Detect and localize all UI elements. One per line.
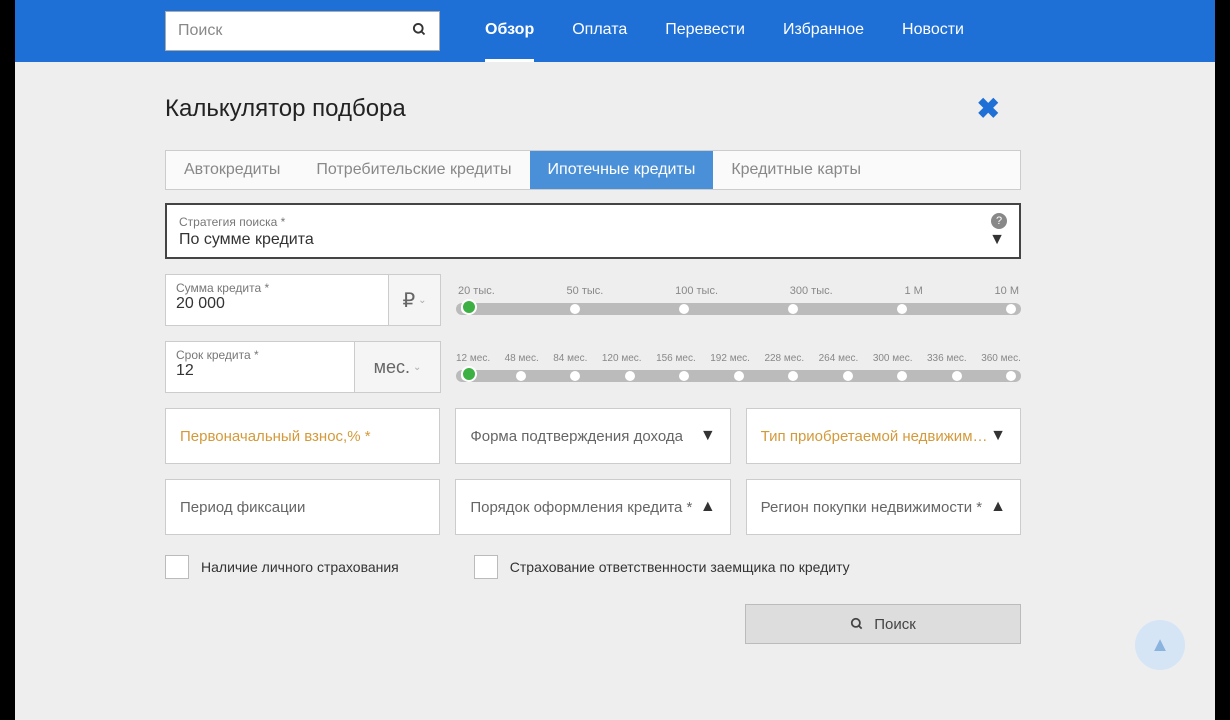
tick-label: 100 тыс. [675,285,718,297]
slider-tick [1006,371,1016,381]
currency-select[interactable]: ₽ ⌄ [389,274,441,326]
strategy-label: Стратегия поиска * [179,215,285,229]
tab-auto[interactable]: Автокредиты [166,151,298,189]
slider-track[interactable] [456,370,1021,382]
amount-input[interactable] [176,295,378,313]
slider-tick [516,371,526,381]
chevron-down-icon: ▼ [989,231,1005,249]
nav: Обзор Оплата Перевести Избранное Новости [485,1,964,62]
tick-label: 12 мес. [456,353,490,364]
tick-label: 84 мес. [553,353,587,364]
strategy-value: По сумме кредита [179,231,1007,249]
tick-label: 300 тыс. [790,285,833,297]
tick-label: 360 мес. [981,353,1021,364]
nav-news[interactable]: Новости [902,1,964,62]
liability-label: Страхование ответственности заемщика по … [510,559,850,575]
insurance-label: Наличие личного страхования [201,559,399,575]
nav-favorites[interactable]: Избранное [783,1,864,62]
tick-label: 10 М [995,285,1019,297]
arrow-up-icon: ▲ [1150,634,1170,657]
search-icon[interactable] [412,22,427,41]
nav-payment[interactable]: Оплата [572,1,627,62]
chevron-up-icon: ▲ [700,498,716,516]
property-type-label: Тип приобретаемой недвижим… [761,428,1006,445]
slider-track[interactable] [456,303,1021,315]
ruble-icon: ₽ [402,288,415,313]
liability-checkbox[interactable] [474,555,498,579]
chevron-down-icon: ▼ [990,427,1006,445]
tab-mortgage[interactable]: Ипотечные кредиты [530,151,714,189]
page-title: Калькулятор подбора [165,95,406,123]
slider-tick [570,371,580,381]
slider-tick [897,371,907,381]
help-icon[interactable]: ? [991,213,1007,229]
chevron-down-icon: ▼ [700,427,716,445]
credit-order-label: Порядок оформления кредита * [470,499,715,516]
slider-tick [1006,304,1016,314]
term-slider[interactable]: 12 мес. 48 мес. 84 мес. 120 мес. 156 мес… [456,353,1021,382]
amount-input-box[interactable]: Сумма кредита * [165,274,389,326]
slider-tick [679,371,689,381]
chevron-down-icon: ⌄ [418,295,426,306]
slider-handle[interactable] [461,366,477,382]
search-input[interactable] [178,22,412,40]
liability-checkbox-row: Страхование ответственности заемщика по … [474,555,850,579]
product-tabs: Автокредиты Потребительские кредиты Ипот… [165,150,1021,190]
tick-label: 300 мес. [873,353,913,364]
slider-tick [952,371,962,381]
down-payment-label: Первоначальный взнос,% * [180,428,425,445]
tick-label: 48 мес. [505,353,539,364]
down-payment-input[interactable]: Первоначальный взнос,% * [165,408,440,464]
header: Обзор Оплата Перевести Избранное Новости [15,0,1215,62]
term-unit: мес. [374,357,410,378]
term-unit-select[interactable]: мес. ⌄ [355,341,441,393]
income-proof-label: Форма подтверждения дохода [470,428,715,445]
tab-consumer[interactable]: Потребительские кредиты [298,151,529,189]
credit-order-select[interactable]: Порядок оформления кредита * ▲ [455,479,730,535]
search-box[interactable] [165,11,440,51]
purchase-region-label: Регион покупки недвижимости * [761,499,1006,516]
slider-tick [570,304,580,314]
property-type-select[interactable]: Тип приобретаемой недвижим… ▼ [746,408,1021,464]
tick-label: 228 мес. [764,353,804,364]
slider-tick [625,371,635,381]
nav-overview[interactable]: Обзор [485,1,534,62]
insurance-checkbox[interactable] [165,555,189,579]
slider-tick [788,304,798,314]
tick-label: 20 тыс. [458,285,495,297]
chevron-up-icon: ▲ [990,498,1006,516]
tab-cards[interactable]: Кредитные карты [713,151,879,189]
chevron-down-icon: ⌄ [413,362,421,373]
close-button[interactable]: ✖ [977,92,1000,125]
slider-tick [679,304,689,314]
scroll-to-top-button[interactable]: ▲ [1135,620,1185,670]
search-button[interactable]: Поиск [745,604,1021,644]
amount-label: Сумма кредита * [176,281,378,295]
slider-tick [897,304,907,314]
tick-label: 192 мес. [710,353,750,364]
slider-handle[interactable] [461,299,477,315]
tick-label: 50 тыс. [567,285,604,297]
tick-label: 264 мес. [819,353,859,364]
tick-label: 156 мес. [656,353,696,364]
fixation-input[interactable]: Период фиксации [165,479,440,535]
nav-transfer[interactable]: Перевести [665,1,745,62]
slider-tick [734,371,744,381]
amount-slider[interactable]: 20 тыс. 50 тыс. 100 тыс. 300 тыс. 1 М 10… [456,285,1021,315]
search-icon [850,617,864,631]
slider-tick [843,371,853,381]
fixation-label: Период фиксации [180,499,425,516]
term-input-box[interactable]: Срок кредита * [165,341,355,393]
term-input[interactable] [176,362,344,380]
purchase-region-select[interactable]: Регион покупки недвижимости * ▲ [746,479,1021,535]
tick-label: 1 М [904,285,922,297]
tick-label: 336 мес. [927,353,967,364]
tick-label: 120 мес. [602,353,642,364]
search-button-label: Поиск [874,616,916,633]
strategy-select[interactable]: Стратегия поиска * По сумме кредита ? ▼ [165,203,1021,259]
slider-tick [788,371,798,381]
term-label: Срок кредита * [176,348,344,362]
insurance-checkbox-row: Наличие личного страхования [165,555,399,579]
income-proof-select[interactable]: Форма подтверждения дохода ▼ [455,408,730,464]
